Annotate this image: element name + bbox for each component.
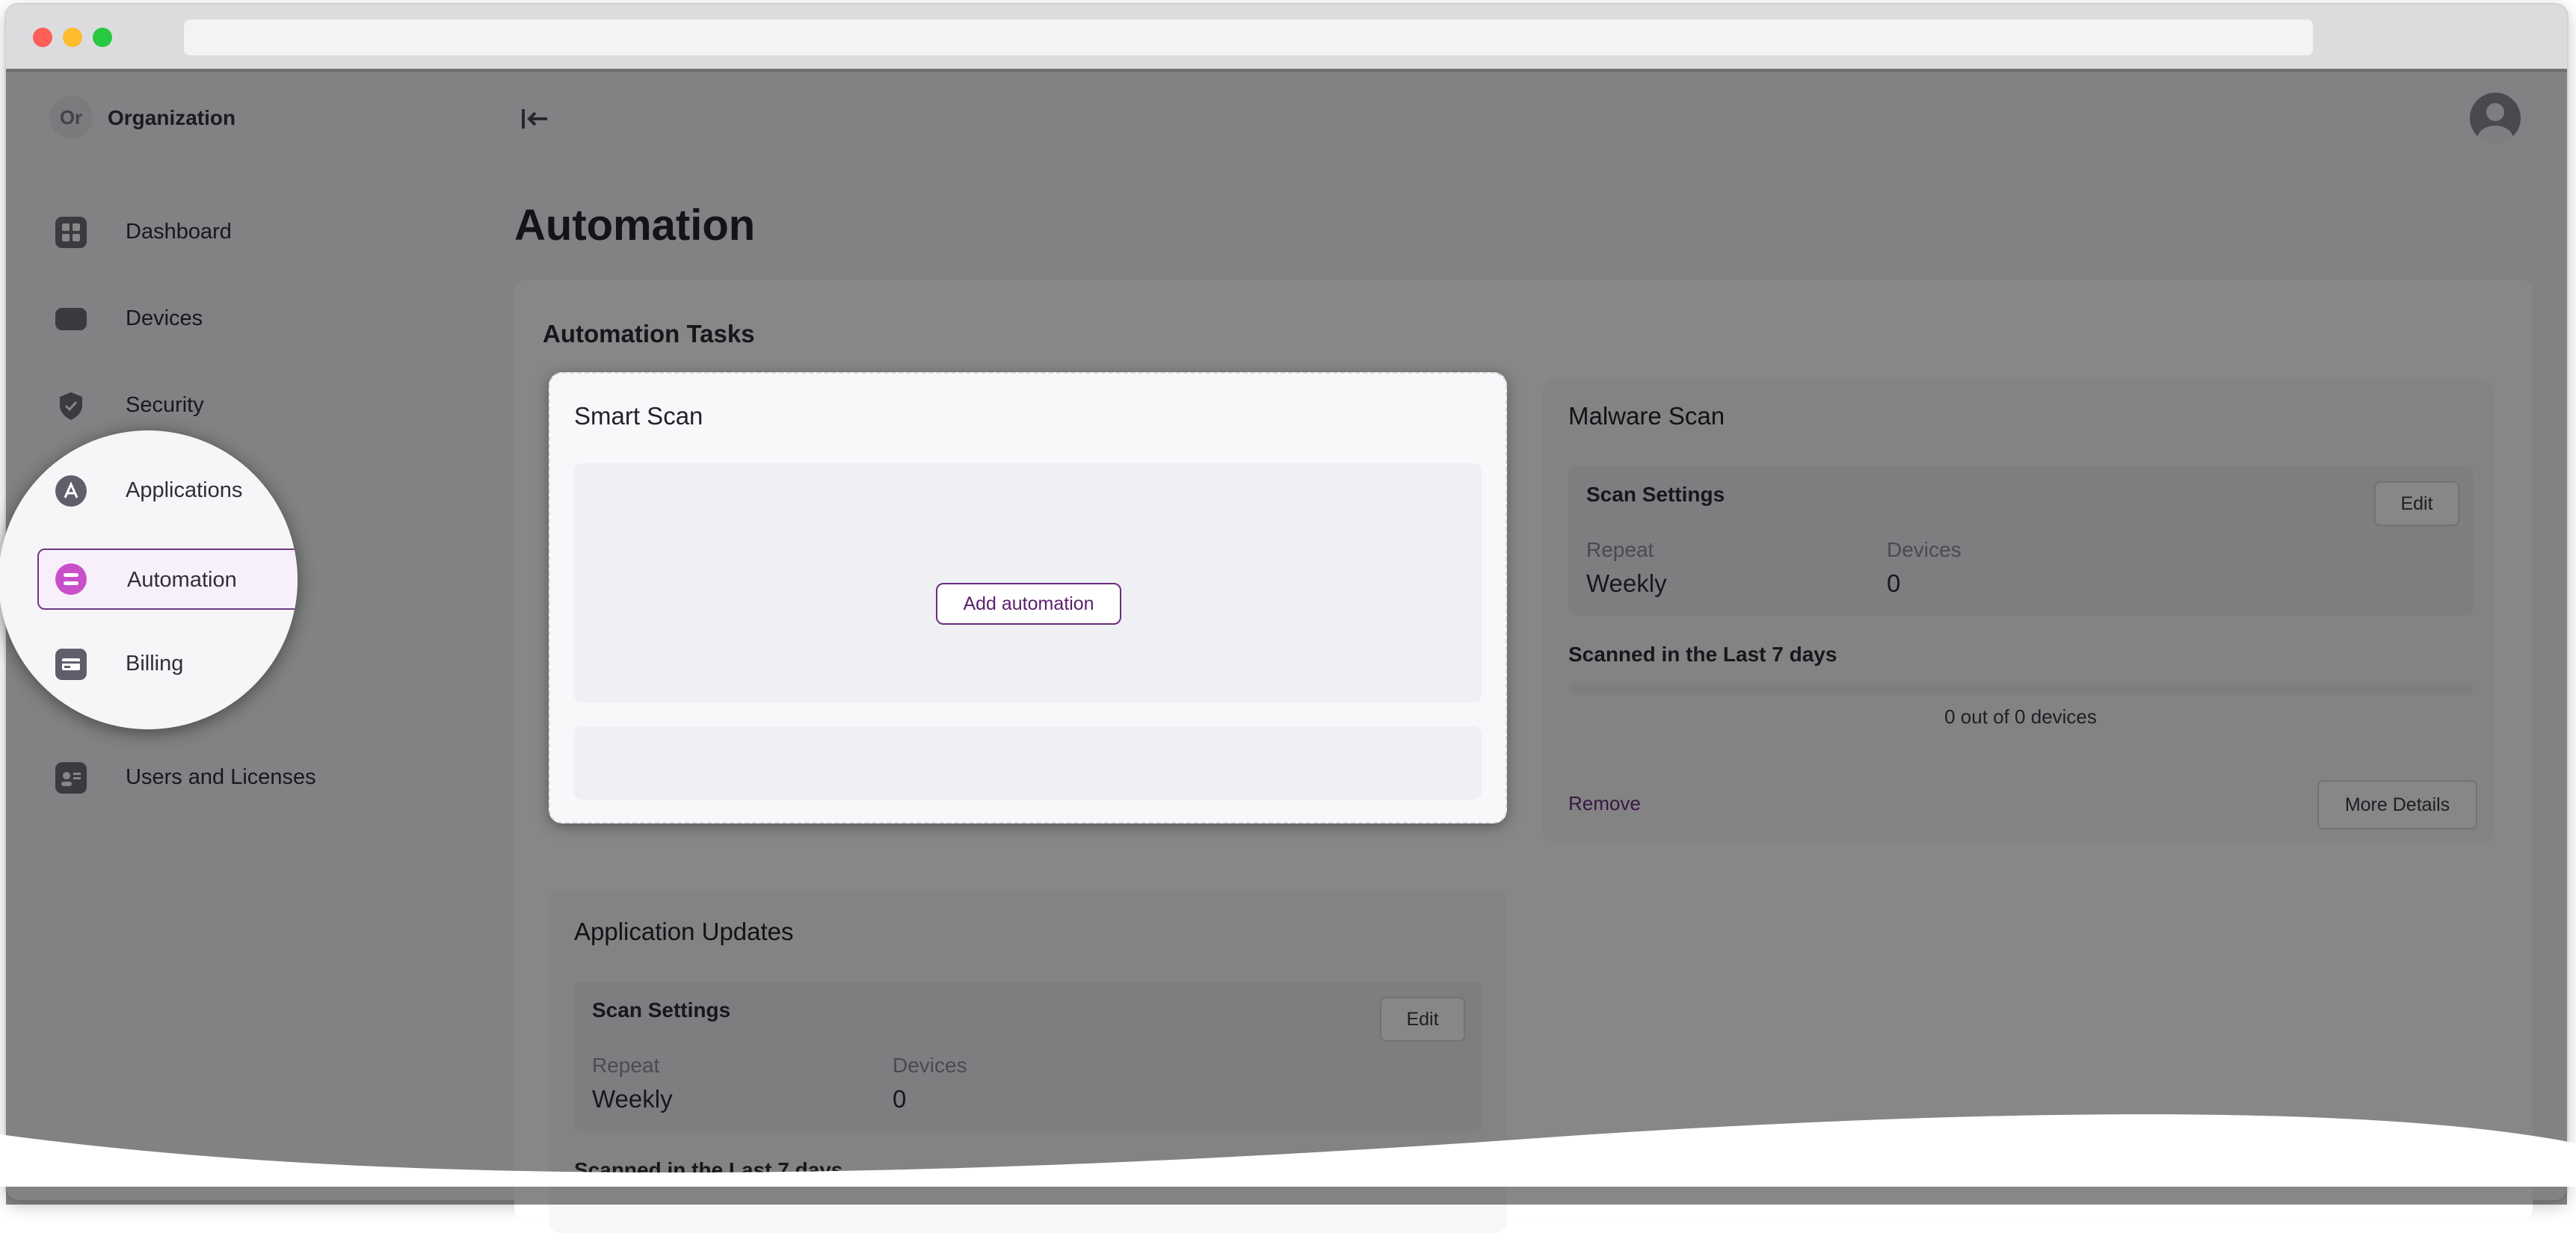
malware-edit-button[interactable]: Edit [2374,481,2459,526]
sidebar-item-label: Devices [126,306,203,330]
more-details-button[interactable]: More Details [2317,780,2477,829]
repeat-label: Repeat [1586,538,1654,561]
sidebar-spotlight: Applications Automation Billing [0,430,298,729]
sidebar-item-security[interactable]: Security [37,375,456,436]
scan-settings-title: Scan Settings [1586,483,1725,506]
user-avatar[interactable] [2470,93,2521,143]
sidebar-item-label: Automation [127,568,237,592]
devices-label: Devices [893,1054,967,1077]
close-window-button[interactable] [33,28,52,47]
maximize-window-button[interactable] [93,28,112,47]
add-automation-button[interactable]: Add automation [936,583,1121,625]
title-bar [6,4,2567,72]
organization-name[interactable]: Organization [108,106,235,130]
app-updates-edit-button[interactable]: Edit [1380,997,1465,1042]
sidebar-item-devices[interactable]: Devices [37,288,456,350]
devices-value: 0 [1887,569,1901,597]
sidebar-item-dashboard[interactable]: Dashboard [37,202,456,263]
sidebar-item-label: Dashboard [126,220,232,244]
automation-icon [55,563,87,595]
sidebar-item-users-and-licenses[interactable]: Users and Licenses [37,747,456,809]
sidebar-item-billing[interactable]: Billing [37,634,298,695]
address-bar[interactable] [184,19,2313,55]
minimize-window-button[interactable] [63,28,82,47]
section-title: Automation Tasks [543,320,755,347]
scanned-count: 0 out of 0 devices [1944,705,2097,728]
scan-settings-title: Scan Settings [592,998,731,1022]
application-updates-title: Application Updates [574,918,794,945]
smart-scan-title: Smart Scan [574,402,703,430]
repeat-value: Weekly [1586,569,1667,597]
shield-icon [55,390,87,421]
devices-icon [55,308,87,330]
page-title: Automation [514,201,756,250]
collapse-sidebar-icon[interactable] [520,106,550,132]
sidebar-item-applications[interactable]: Applications [37,460,298,522]
scanned-title: Scanned in the Last 7 days [1568,643,1837,666]
remove-link[interactable]: Remove [1568,792,1641,815]
sidebar-item-label: Applications [126,478,243,502]
users-icon [55,762,87,794]
sidebar-item-label: Billing [126,652,184,676]
dashboard-icon [55,217,87,248]
malware-scan-title: Malware Scan [1568,402,1725,430]
page-bottom-wave [0,1114,2576,1187]
sidebar-item-label: Security [126,393,204,417]
devices-label: Devices [1887,538,1962,561]
sidebar-item-automation[interactable]: Automation [37,548,298,610]
billing-icon [55,649,87,680]
applications-icon [55,475,87,507]
scan-progress-bar [1568,683,2473,695]
smart-scan-footer-panel [574,726,1482,800]
organization-avatar[interactable]: Or [49,96,93,139]
repeat-label: Repeat [592,1054,660,1077]
sidebar-item-label: Users and Licenses [126,765,316,789]
